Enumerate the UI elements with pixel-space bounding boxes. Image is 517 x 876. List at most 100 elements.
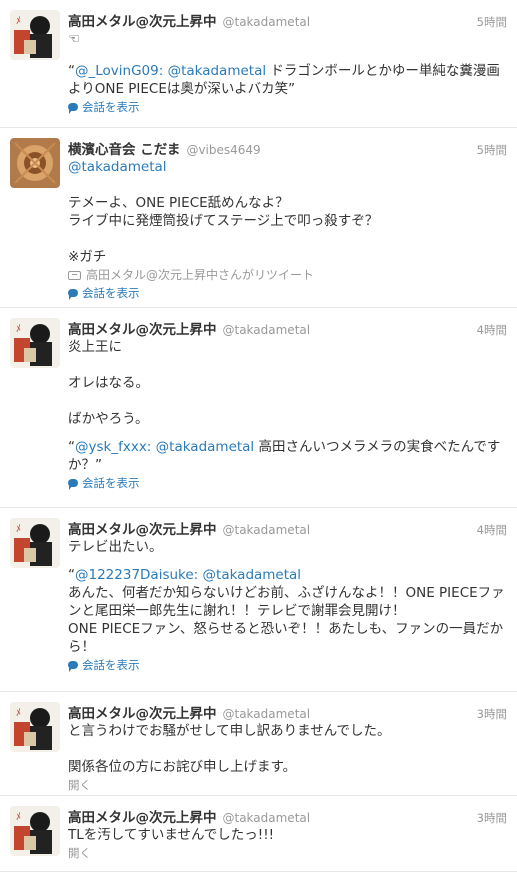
quoted-text: “@122237Daisuke: @takadametal あんた、何者だか知ら… bbox=[68, 566, 507, 656]
display-name[interactable]: 高田メタル@次元上昇中 bbox=[68, 806, 217, 826]
avatar-image: ﾒ bbox=[10, 702, 60, 752]
display-name[interactable]: 高田メタル@次元上昇中 bbox=[68, 318, 217, 338]
username[interactable]: @takadametal bbox=[223, 15, 311, 29]
view-conversation-label: 会話を表示 bbox=[82, 100, 140, 114]
tweet[interactable]: 横濱心音会 こだま @vibes4649 5時間 @takadametal テメ… bbox=[0, 128, 517, 308]
tweet-text: と言うわけでお騒がせして申し訳ありませんでした。 関係各位の方にお詫び申し上げま… bbox=[68, 722, 507, 776]
view-conversation-label: 会話を表示 bbox=[82, 476, 140, 490]
expand-label: 開く bbox=[68, 846, 91, 860]
view-conversation-link[interactable]: 会話を表示 bbox=[68, 475, 507, 491]
tweet[interactable]: ﾒ 高田メタル@次元上昇中 @takadametal 3時間 と言うわけでお騒が… bbox=[0, 692, 517, 796]
timestamp[interactable]: 4時間 bbox=[477, 322, 507, 338]
retweeted-by[interactable]: 高田メタル@次元上昇中さんがリツイート bbox=[68, 267, 507, 284]
quoted-text: “@ysk_fxxx: @takadametal 高田さんいつメラメラの実食べた… bbox=[68, 438, 507, 474]
view-conversation-label: 会話を表示 bbox=[82, 658, 140, 672]
expand-link[interactable]: 開く bbox=[68, 845, 507, 861]
mention-link[interactable]: @_LovinG09: @takadametal bbox=[75, 63, 266, 79]
timestamp[interactable]: 4時間 bbox=[477, 522, 507, 538]
quoted-text: “@_LovinG09: @takadametal ドラゴンボールとかゆー単純な… bbox=[68, 62, 507, 98]
timestamp[interactable]: 3時間 bbox=[477, 810, 507, 826]
tweet-line: ばかやろう。 bbox=[68, 411, 149, 427]
username[interactable]: @vibes4649 bbox=[186, 143, 260, 157]
tweet-line: 関係各位の方にお詫び申し上げます。 bbox=[68, 759, 297, 775]
tweet-line: ☜ bbox=[68, 31, 81, 47]
avatar-image: ﾒ bbox=[10, 518, 60, 568]
timestamp[interactable]: 3時間 bbox=[477, 706, 507, 722]
tweet-header: 横濱心音会 こだま @vibes4649 5時間 bbox=[68, 138, 507, 158]
avatar[interactable]: ﾒ bbox=[10, 318, 60, 368]
mention-link[interactable]: @takadametal bbox=[68, 158, 507, 176]
avatar-image: ﾒ bbox=[10, 10, 60, 60]
username[interactable]: @takadametal bbox=[223, 707, 311, 721]
timeline: ﾒ 高田メタル@次元上昇中 @takadametal 5時間 ☜ “@_Lovi… bbox=[0, 0, 517, 872]
speech-bubble-icon bbox=[68, 661, 78, 672]
quote-line: あんた、何者だか知らないけどお前、ふざけんなよ！！ONE PIECEファンと尾田… bbox=[68, 585, 505, 619]
tweet-header: 高田メタル@次元上昇中 @takadametal 4時間 bbox=[68, 518, 507, 538]
username[interactable]: @takadametal bbox=[223, 523, 311, 537]
tweet-header: 高田メタル@次元上昇中 @takadametal 4時間 bbox=[68, 318, 507, 338]
tweet[interactable]: ﾒ 高田メタル@次元上昇中 @takadametal 4時間 炎上王に オレはな… bbox=[0, 308, 517, 508]
avatar[interactable] bbox=[10, 138, 60, 188]
speech-bubble-icon bbox=[68, 479, 78, 490]
svg-text:ﾒ: ﾒ bbox=[16, 812, 21, 823]
mention-link[interactable]: @122237Daisuke: @takadametal bbox=[75, 567, 301, 583]
view-conversation-link[interactable]: 会話を表示 bbox=[68, 99, 507, 115]
avatar-image: ﾒ bbox=[10, 318, 60, 368]
svg-text:ﾒ: ﾒ bbox=[16, 324, 21, 335]
avatar[interactable]: ﾒ bbox=[10, 518, 60, 568]
tweet-line: ライブ中に発煙筒投げてステージ上で叩っ殺すぞ？ bbox=[68, 213, 379, 229]
tweet-text: 炎上王に オレはなる。 ばかやろう。 bbox=[68, 338, 507, 428]
tweet-line: テレビ出たい。 bbox=[68, 539, 163, 555]
avatar[interactable]: ﾒ bbox=[10, 10, 60, 60]
tweet-text: @takadametal テメーよ、ONE PIECE舐めんなよ？ ライブ中に発… bbox=[68, 158, 507, 266]
tweet-line: オレはなる。 bbox=[68, 375, 149, 391]
avatar[interactable]: ﾒ bbox=[10, 806, 60, 856]
display-name[interactable]: 高田メタル@次元上昇中 bbox=[68, 10, 217, 30]
tweet-line: TLを汚してすいませんでしたっ!!! bbox=[68, 827, 275, 843]
username[interactable]: @takadametal bbox=[223, 323, 311, 337]
expand-link[interactable]: 開く bbox=[68, 777, 507, 793]
svg-text:ﾒ: ﾒ bbox=[16, 524, 21, 535]
retweeted-by-label: 高田メタル@次元上昇中さんがリツイート bbox=[86, 268, 315, 282]
retweet-icon bbox=[68, 271, 81, 280]
avatar-image bbox=[10, 138, 60, 188]
quote-line: ONE PIECEファン、怒らせると恐いぞ！！あたしも、ファンの一員だから！ bbox=[68, 621, 504, 655]
speech-bubble-icon bbox=[68, 289, 78, 300]
view-conversation-label: 会話を表示 bbox=[82, 286, 140, 300]
tweet-header: 高田メタル@次元上昇中 @takadametal 3時間 bbox=[68, 702, 507, 722]
tweet[interactable]: ﾒ 高田メタル@次元上昇中 @takadametal 5時間 ☜ “@_Lovi… bbox=[0, 0, 517, 128]
timestamp[interactable]: 5時間 bbox=[477, 142, 507, 158]
tweet-header: 高田メタル@次元上昇中 @takadametal 3時間 bbox=[68, 806, 507, 826]
quote-open-mark: “ bbox=[68, 567, 75, 583]
line-spacer bbox=[68, 356, 507, 374]
tweet-text: TLを汚してすいませんでしたっ!!! bbox=[68, 826, 507, 844]
tweet-text: ☜ bbox=[68, 30, 507, 48]
tweet-line: テメーよ、ONE PIECE舐めんなよ？ bbox=[68, 195, 289, 211]
svg-text:ﾒ: ﾒ bbox=[16, 16, 21, 27]
view-conversation-link[interactable]: 会話を表示 bbox=[68, 657, 507, 673]
tweet[interactable]: ﾒ 高田メタル@次元上昇中 @takadametal 3時間 TLを汚してすいま… bbox=[0, 796, 517, 872]
tweet-line: ※ガチ bbox=[68, 249, 107, 265]
tweet-header: 高田メタル@次元上昇中 @takadametal 5時間 bbox=[68, 10, 507, 30]
username[interactable]: @takadametal bbox=[223, 811, 311, 825]
tweet-text: テレビ出たい。 bbox=[68, 538, 507, 556]
line-spacer bbox=[68, 230, 507, 248]
svg-text:ﾒ: ﾒ bbox=[16, 708, 21, 719]
tweet[interactable]: ﾒ 高田メタル@次元上昇中 @takadametal 4時間 テレビ出たい。 “… bbox=[0, 508, 517, 692]
tweet-line: 炎上王に bbox=[68, 339, 122, 355]
avatar[interactable]: ﾒ bbox=[10, 702, 60, 752]
tweet-line: と言うわけでお騒がせして申し訳ありませんでした。 bbox=[68, 723, 391, 739]
display-name[interactable]: 横濱心音会 こだま bbox=[68, 138, 180, 158]
speech-bubble-icon bbox=[68, 103, 78, 114]
display-name[interactable]: 高田メタル@次元上昇中 bbox=[68, 518, 217, 538]
expand-label: 開く bbox=[68, 778, 91, 792]
mention-link[interactable]: @ysk_fxxx: @takadametal bbox=[75, 439, 254, 455]
line-spacer bbox=[68, 176, 507, 194]
line-spacer bbox=[68, 740, 507, 758]
line-spacer bbox=[68, 392, 507, 410]
view-conversation-link[interactable]: 会話を表示 bbox=[68, 285, 507, 301]
quote-open-mark: “ bbox=[68, 63, 75, 79]
display-name[interactable]: 高田メタル@次元上昇中 bbox=[68, 702, 217, 722]
timestamp[interactable]: 5時間 bbox=[477, 14, 507, 30]
avatar-image: ﾒ bbox=[10, 806, 60, 856]
